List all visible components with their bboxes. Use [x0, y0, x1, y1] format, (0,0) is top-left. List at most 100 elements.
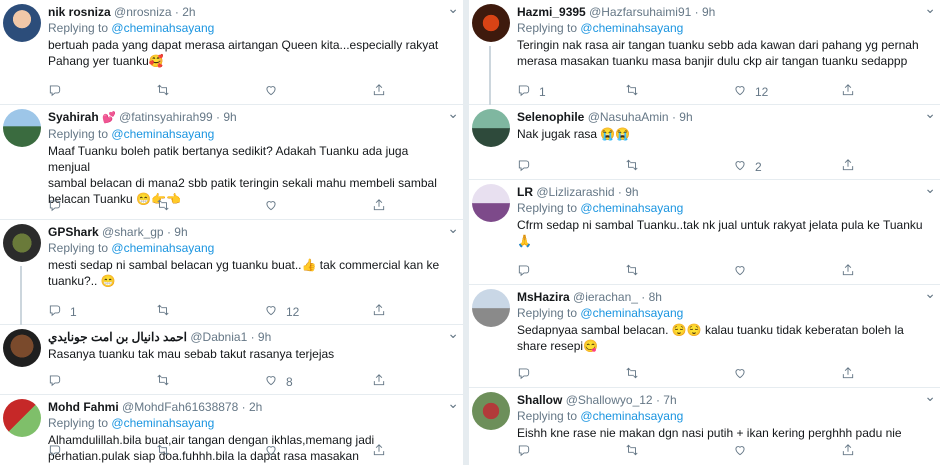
timestamp[interactable]: · 7h — [656, 393, 677, 407]
mention-link[interactable]: @cheminahsayang — [580, 409, 683, 423]
retweet-button[interactable] — [156, 198, 178, 215]
share-button[interactable] — [841, 83, 855, 100]
timestamp[interactable]: · 2h — [242, 400, 263, 414]
reply-button[interactable] — [48, 198, 70, 215]
display-name[interactable]: Selenophile — [517, 110, 584, 124]
avatar[interactable] — [472, 184, 510, 222]
tweet-card[interactable]: ⌄ Mohd Fahmi @MohdFah61638878 · 2h Replyin… — [0, 395, 463, 465]
mention-link[interactable]: @cheminahsayang — [111, 416, 214, 430]
tweet-card[interactable]: ⌄ Hazmi_9395 @Hazfarsuhaimi91 · 9h Replyin… — [469, 0, 940, 105]
share-button[interactable] — [372, 303, 386, 320]
retweet-button[interactable] — [156, 373, 178, 390]
timestamp[interactable]: · 9h — [618, 185, 639, 199]
tweet-card[interactable]: ⌄ MsHazira @ierachan_ · 8h Replying to @ch… — [469, 285, 940, 388]
user-handle[interactable]: @NasuhaAmin — [588, 110, 669, 124]
avatar[interactable] — [3, 329, 41, 367]
share-button[interactable] — [372, 443, 386, 460]
tweet-card[interactable]: ⌄ Selenophile @NasuhaAmin · 9h Nak jugak r… — [469, 105, 940, 180]
like-button[interactable]: 8 — [264, 373, 293, 390]
like-button[interactable]: 2 — [733, 158, 762, 175]
tweet-card[interactable]: ⌄ nik rosniza @nrosniza · 2h Replying to @… — [0, 0, 463, 105]
retweet-button[interactable] — [625, 158, 647, 175]
timestamp[interactable]: · 8h — [641, 290, 662, 304]
timestamp[interactable]: · 9h — [672, 110, 693, 124]
timestamp[interactable]: · 2h — [175, 5, 196, 19]
timestamp[interactable]: · 9h — [251, 330, 272, 344]
avatar[interactable] — [3, 4, 41, 42]
timestamp[interactable]: · 9h — [695, 5, 716, 19]
display-name[interactable]: Mohd Fahmi — [48, 400, 119, 414]
retweet-button[interactable] — [156, 443, 178, 460]
user-handle[interactable]: @MohdFah61638878 — [122, 400, 238, 414]
reply-icon — [517, 263, 531, 280]
share-button[interactable] — [372, 373, 386, 390]
like-button[interactable] — [264, 443, 286, 460]
retweet-button[interactable] — [625, 83, 647, 100]
reply-button[interactable]: 1 — [48, 303, 77, 320]
like-button[interactable] — [733, 366, 755, 383]
share-button[interactable] — [372, 83, 386, 100]
share-button[interactable] — [841, 263, 855, 280]
display-name[interactable]: احمد دانيال بن امت جونايدي — [48, 330, 187, 344]
like-button[interactable]: 12 — [733, 83, 768, 100]
user-handle[interactable]: @ierachan_ — [573, 290, 638, 304]
reply-button[interactable] — [517, 158, 539, 175]
avatar[interactable] — [3, 399, 41, 437]
display-name[interactable]: GPShark — [48, 225, 99, 239]
reply-button[interactable] — [517, 366, 539, 383]
user-handle[interactable]: @Dabnia1 — [190, 330, 247, 344]
reply-button[interactable] — [517, 263, 539, 280]
tweet-card[interactable]: ⌄ Syahirah 💕 @fatinsyahirah99 · 9h Replyin… — [0, 105, 463, 220]
user-handle[interactable]: @Lizlizarashid — [536, 185, 614, 199]
display-name[interactable]: Hazmi_9395 — [517, 5, 586, 19]
avatar[interactable] — [472, 289, 510, 327]
retweet-button[interactable] — [156, 303, 178, 320]
like-button[interactable] — [264, 83, 286, 100]
like-button[interactable] — [733, 443, 755, 460]
mention-link[interactable]: @cheminahsayang — [580, 21, 683, 35]
display-name[interactable]: MsHazira — [517, 290, 570, 304]
replying-to: Replying to @cheminahsayang — [48, 20, 453, 36]
tweet-card[interactable]: ⌄ احمد دانيال بن امت جونايدي @Dabnia1 · 9… — [0, 325, 463, 395]
timestamp[interactable]: · 9h — [167, 225, 188, 239]
reply-button[interactable] — [48, 83, 70, 100]
like-button[interactable]: 12 — [264, 303, 299, 320]
share-button[interactable] — [841, 366, 855, 383]
retweet-button[interactable] — [625, 443, 647, 460]
tweet-card[interactable]: ⌄ GPShark @shark_gp · 9h Replying to @chem… — [0, 220, 463, 325]
avatar[interactable] — [472, 392, 510, 430]
mention-link[interactable]: @cheminahsayang — [111, 127, 214, 141]
retweet-button[interactable] — [156, 83, 178, 100]
mention-link[interactable]: @cheminahsayang — [111, 241, 214, 255]
display-name[interactable]: LR — [517, 185, 533, 199]
user-handle[interactable]: @fatinsyahirah99 — [119, 110, 213, 124]
reply-button[interactable] — [517, 443, 539, 460]
user-handle[interactable]: @Shallowyo_12 — [566, 393, 653, 407]
tweet-card[interactable]: ⌄ Shallow @Shallowyo_12 · 7h Replying to @… — [469, 388, 940, 465]
reply-button[interactable] — [48, 443, 70, 460]
tweet-card[interactable]: ⌄ LR @Lizlizarashid · 9h Replying to @chem… — [469, 180, 940, 285]
timestamp[interactable]: · 9h — [216, 110, 237, 124]
mention-link[interactable]: @cheminahsayang — [580, 306, 683, 320]
retweet-button[interactable] — [625, 366, 647, 383]
display-name[interactable]: Syahirah — [48, 110, 99, 124]
share-button[interactable] — [841, 443, 855, 460]
avatar[interactable] — [472, 4, 510, 42]
avatar[interactable] — [3, 224, 41, 262]
display-name[interactable]: nik rosniza — [48, 5, 111, 19]
share-button[interactable] — [841, 158, 855, 175]
like-button[interactable] — [264, 198, 286, 215]
user-handle[interactable]: @shark_gp — [102, 225, 164, 239]
like-button[interactable] — [733, 263, 755, 280]
retweet-button[interactable] — [625, 263, 647, 280]
display-name[interactable]: Shallow — [517, 393, 562, 407]
mention-link[interactable]: @cheminahsayang — [111, 21, 214, 35]
mention-link[interactable]: @cheminahsayang — [580, 201, 683, 215]
user-handle[interactable]: @Hazfarsuhaimi91 — [589, 5, 691, 19]
avatar[interactable] — [3, 109, 41, 147]
user-handle[interactable]: @nrosniza — [114, 5, 172, 19]
avatar[interactable] — [472, 109, 510, 147]
reply-button[interactable]: 1 — [517, 83, 546, 100]
reply-button[interactable] — [48, 373, 70, 390]
share-button[interactable] — [372, 198, 386, 215]
